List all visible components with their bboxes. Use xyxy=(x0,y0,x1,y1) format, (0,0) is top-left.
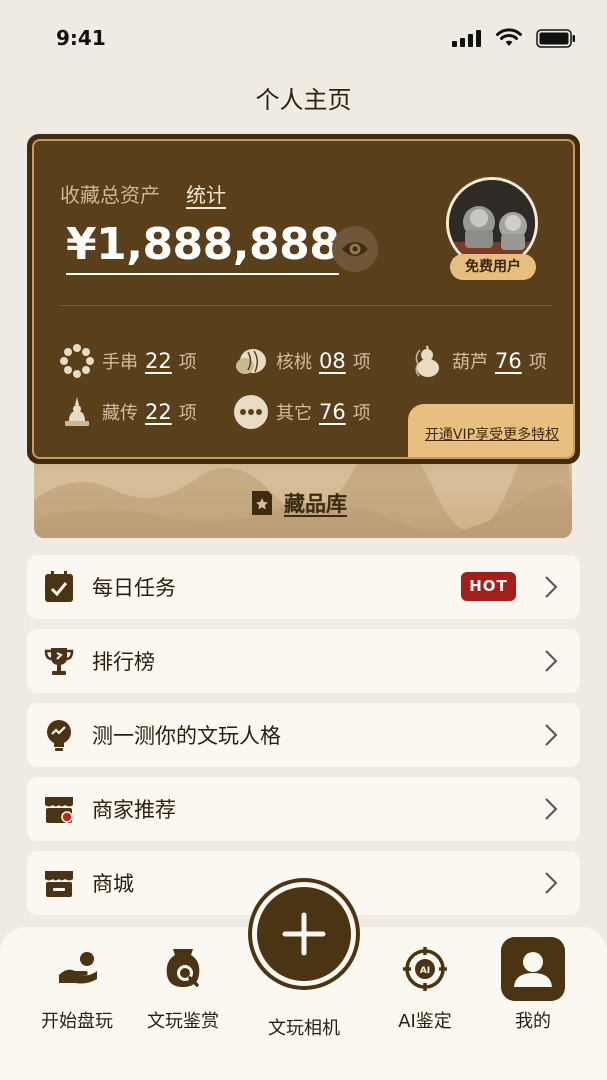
vault-star-icon xyxy=(252,491,272,515)
stupa-icon xyxy=(65,397,89,426)
category-count: 08 xyxy=(319,349,346,373)
vip-upgrade-link[interactable]: 开通VIP享受更多特权 xyxy=(408,404,573,457)
status-time: 9:41 xyxy=(56,26,106,50)
user-tier-badge: 免费用户 xyxy=(450,254,536,280)
asset-amount: ¥1,888,888 xyxy=(66,220,340,276)
bead-bracelet-icon xyxy=(60,344,94,378)
appreciate-icon xyxy=(166,949,200,987)
plus-icon xyxy=(282,912,326,956)
nav-start-play[interactable]: 开始盘玩 xyxy=(22,945,132,1033)
category-name: 手串 xyxy=(102,352,138,373)
svg-text:AI: AI xyxy=(420,966,430,976)
gourd-icon xyxy=(415,345,439,377)
category-bracelet[interactable]: 手串 22 项 xyxy=(60,344,197,378)
category-name: 藏传 xyxy=(102,403,138,424)
chevron-right-icon xyxy=(545,798,558,820)
hot-badge: HOT xyxy=(461,572,516,601)
nav-ai-appraisal[interactable]: AI AI鉴定 xyxy=(370,945,480,1033)
stats-link[interactable]: 统计 xyxy=(186,179,226,208)
category-walnut[interactable]: 核桃 08 项 xyxy=(234,344,371,378)
category-unit: 项 xyxy=(178,352,197,373)
trophy-icon xyxy=(44,648,74,675)
vault-label: 藏品库 xyxy=(284,492,347,516)
nav-label: 开始盘玩 xyxy=(41,1011,113,1032)
nav-label: 我的 xyxy=(515,1011,551,1032)
category-name: 核桃 xyxy=(276,352,312,373)
menu-daily-task[interactable]: 每日任务 HOT xyxy=(27,555,580,619)
wifi-icon xyxy=(496,28,522,46)
ai-target-icon: AI xyxy=(403,947,447,991)
category-count: 22 xyxy=(145,400,172,424)
camera-button[interactable] xyxy=(252,882,356,986)
nav-label: 文玩鉴赏 xyxy=(147,1011,219,1032)
category-gourd[interactable]: 葫芦 76 项 xyxy=(410,344,547,378)
chevron-right-icon xyxy=(545,724,558,746)
menu-personality-test[interactable]: 测一测你的文玩人格 xyxy=(27,703,580,767)
status-bar: 9:41 xyxy=(0,0,607,76)
card-divider xyxy=(60,305,552,306)
camera-label[interactable]: 文玩相机 xyxy=(252,1014,356,1040)
walnut-icon xyxy=(236,349,266,374)
page-title: 个人主页 xyxy=(255,86,352,114)
category-name: 其它 xyxy=(276,403,312,424)
category-name: 葫芦 xyxy=(452,352,488,373)
user-icon xyxy=(501,937,565,1001)
chevron-right-icon xyxy=(545,650,558,672)
menu-label: 测一测你的文玩人格 xyxy=(92,724,281,748)
category-unit: 项 xyxy=(352,403,371,424)
category-unit: 项 xyxy=(178,403,197,424)
store-recommend-icon xyxy=(45,797,73,823)
vault-button[interactable]: 藏品库 xyxy=(250,483,347,523)
mall-icon xyxy=(45,871,73,897)
chevron-right-icon xyxy=(545,576,558,598)
category-tibetan[interactable]: 藏传 22 项 xyxy=(60,395,197,429)
nav-me[interactable]: 我的 xyxy=(478,937,588,1033)
menu-leaderboard[interactable]: 排行榜 xyxy=(27,629,580,693)
eye-icon xyxy=(342,242,368,256)
menu-label: 商城 xyxy=(92,872,134,896)
chevron-right-icon xyxy=(545,872,558,894)
menu-merchant-recommend[interactable]: 商家推荐 xyxy=(27,777,580,841)
daily-task-icon xyxy=(45,571,73,602)
category-count: 76 xyxy=(319,400,346,424)
category-unit: 项 xyxy=(352,352,371,373)
menu-label: 商家推荐 xyxy=(92,798,176,822)
asset-label: 收藏总资产 xyxy=(60,183,160,207)
toggle-visibility-button[interactable] xyxy=(332,226,378,272)
menu-label: 排行榜 xyxy=(92,650,155,674)
category-unit: 项 xyxy=(528,352,547,373)
personality-test-icon xyxy=(47,720,71,751)
category-other[interactable]: 其它 76 项 xyxy=(234,395,371,429)
menu-label: 每日任务 xyxy=(92,576,176,600)
hand-play-icon xyxy=(59,952,97,984)
more-dots-icon xyxy=(234,395,268,429)
category-count: 76 xyxy=(495,349,522,373)
nav-appreciate[interactable]: 文玩鉴赏 xyxy=(128,945,238,1033)
asset-card: 收藏总资产 统计 ¥1,888,888 免费用户 手串 22 项 核桃 08 项… xyxy=(27,134,580,464)
category-count: 22 xyxy=(145,349,172,373)
cellular-signal-icon xyxy=(452,30,481,47)
nav-label: AI鉴定 xyxy=(398,1011,452,1032)
battery-icon xyxy=(536,29,575,48)
